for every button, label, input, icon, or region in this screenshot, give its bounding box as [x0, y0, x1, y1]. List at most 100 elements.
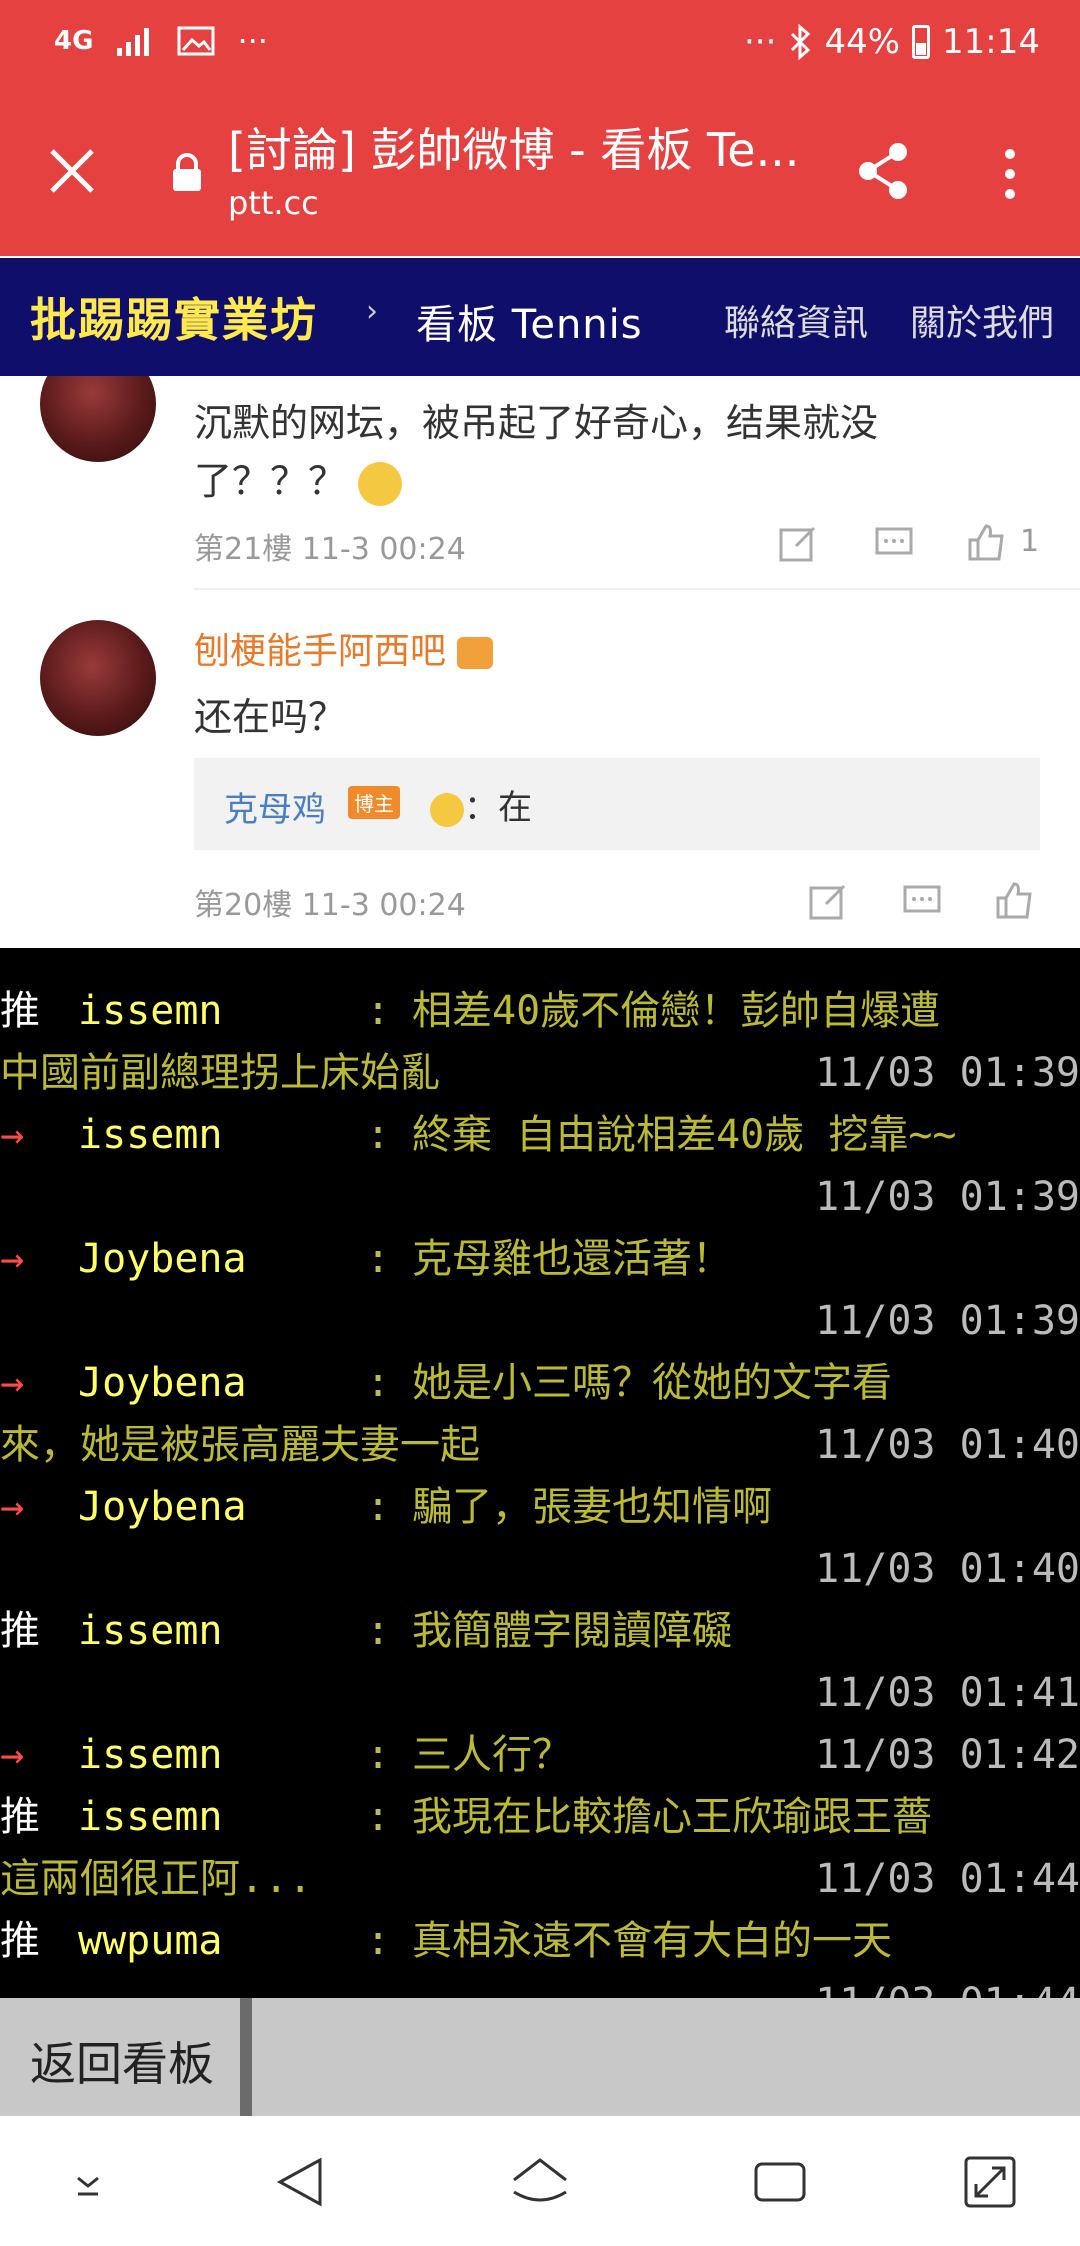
push-user: issemn: [78, 988, 223, 1034]
embedded-weibo-image: 沉默的网坛，被吊起了好奇心，结果就没 了？？？ 第21樓 11-3 00:24 …: [0, 376, 1080, 948]
push-colon: :: [366, 988, 391, 1034]
push-row-cont: 11/03 01:40: [0, 1538, 1080, 1600]
back-to-board-button[interactable]: 返回看板: [0, 1998, 252, 2116]
push-user: Joybena: [78, 1236, 247, 1282]
push-user: wwpuma: [78, 1918, 223, 1964]
commenter-name: 刨梗能手阿西吧: [194, 622, 494, 674]
board-link[interactable]: 看板 Tennis: [416, 292, 643, 350]
comment-text: 沉默的网坛，被吊起了好奇心，结果就没: [194, 401, 879, 445]
push-text: 相差40歲不倫戀！彭帥自爆遭: [412, 988, 941, 1034]
push-user: issemn: [78, 1794, 223, 1840]
push-row-cont: 這兩個很正阿... 11/03 01:44: [0, 1848, 1080, 1910]
hide-keyboard-icon[interactable]: [56, 2152, 120, 2212]
push-colon: :: [366, 1608, 391, 1654]
reply-author: 克母鸡: [224, 790, 326, 830]
page-host[interactable]: ptt.cc: [228, 184, 319, 222]
push-row: 推 issemn : 我現在比較擔心王欣瑜跟王薔: [0, 1786, 1080, 1848]
avatar: [40, 376, 156, 462]
push-colon: :: [366, 1484, 391, 1530]
push-row: 推 wwpuma : 真相永遠不會有大白的一天: [0, 1910, 1080, 1972]
push-comments: 推 issemn : 相差40歲不倫戀！彭帥自爆遭 中國前副總理拐上床始亂 11…: [0, 948, 1080, 1998]
push-text: 我簡體字閱讀障礙: [412, 1608, 732, 1654]
divider: [194, 588, 1080, 590]
push-row: → issemn : 終棄 自由說相差40歲 挖靠~~: [0, 1104, 1080, 1166]
push-text: 終棄 自由說相差40歲 挖靠~~: [412, 1112, 957, 1158]
share-icon[interactable]: [854, 140, 912, 202]
battery-percent: 44%: [824, 22, 901, 62]
battery-icon: [912, 25, 931, 59]
push-time: 11/03 01:44: [815, 1972, 1080, 1998]
contact-link[interactable]: 聯絡資訊: [724, 294, 868, 346]
push-text-cont: 這兩個很正阿...: [0, 1856, 313, 1902]
comment-meta: 第21樓 11-3 00:24: [194, 532, 466, 567]
push-row: → Joybena : 克母雞也還活著！: [0, 1228, 1080, 1290]
page-title[interactable]: [討論] 彭帥微博 - 看板 Te...: [228, 114, 808, 180]
comment-icon: [903, 885, 941, 913]
recent-apps-icon[interactable]: [748, 2152, 812, 2212]
push-time: 11/03 01:42: [815, 1732, 1080, 1778]
comment-text: 了？？？: [194, 450, 403, 506]
about-link[interactable]: 關於我們: [910, 294, 1054, 346]
push-colon: :: [366, 1236, 391, 1282]
push-row: 推 issemn : 相差40歲不倫戀！彭帥自爆遭: [0, 980, 1080, 1042]
push-time: 11/03 01:39: [815, 1050, 1080, 1096]
breadcrumb-separator: ›: [366, 294, 378, 329]
push-text: 我現在比較擔心王欣瑜跟王薔: [412, 1794, 932, 1840]
bluetooth-icon: [791, 24, 811, 60]
emoji-icon: [430, 792, 464, 827]
push-time: 11/03 01:41: [815, 1670, 1080, 1716]
push-colon: :: [366, 1794, 391, 1840]
bottom-action-bar: 返回看板: [0, 1998, 1080, 2116]
back-to-board-label: 返回看板: [30, 2037, 214, 2091]
push-time: 11/03 01:39: [815, 1298, 1080, 1344]
expand-icon[interactable]: [958, 2152, 1022, 2212]
like-count: 1: [1020, 524, 1040, 559]
author-badge: 博主: [348, 786, 400, 819]
push-colon: :: [366, 1112, 391, 1158]
share-icon: [779, 526, 816, 562]
home-icon[interactable]: [508, 2152, 572, 2212]
push-tag: →: [0, 1732, 25, 1778]
more-notifications: ···: [237, 22, 268, 60]
push-text: 三人行？: [412, 1732, 572, 1778]
comment-meta: 第20樓 11-3 00:24: [194, 888, 466, 923]
push-user: Joybena: [78, 1360, 247, 1406]
push-row: → Joybena : 她是小三嗎？從她的文字看: [0, 1352, 1080, 1414]
push-text: 她是小三嗎？從她的文字看: [412, 1360, 892, 1406]
like-icon: [996, 882, 1032, 919]
push-text-cont: 中國前副總理拐上床始亂: [0, 1050, 440, 1096]
push-tag: 推: [0, 988, 40, 1034]
more-options-icon[interactable]: [994, 144, 1026, 204]
push-tag: →: [0, 1484, 25, 1530]
clock: 11:14: [942, 22, 1040, 62]
back-icon[interactable]: [268, 2152, 332, 2212]
push-text: 騙了，張妻也知情啊: [412, 1484, 772, 1530]
push-user: issemn: [78, 1112, 223, 1158]
like-icon: [968, 524, 1004, 561]
push-tag: 推: [0, 1918, 40, 1964]
status-bar: 4G ··· ··· 44% 11:14: [0, 0, 1080, 92]
push-tag: 推: [0, 1794, 40, 1840]
share-icon: [809, 884, 846, 920]
lock-icon: [173, 153, 201, 191]
push-row-cont: 中國前副總理拐上床始亂 11/03 01:39: [0, 1042, 1080, 1104]
system-nav-bar: [0, 2116, 1080, 2246]
push-time: 11/03 01:40: [815, 1422, 1080, 1468]
push-time: 11/03 01:40: [815, 1546, 1080, 1592]
lte-icon: 4G: [54, 26, 94, 56]
comment-text: 还在吗？: [194, 695, 347, 739]
close-icon[interactable]: [46, 145, 98, 197]
push-row: 推 issemn : 我簡體字閱讀障礙: [0, 1600, 1080, 1662]
push-tag: →: [0, 1360, 25, 1406]
push-row-cont: 11/03 01:41: [0, 1662, 1080, 1724]
push-colon: :: [366, 1918, 391, 1964]
reply-box: 克母鸡 博主 ：在: [194, 758, 1040, 850]
push-user: Joybena: [78, 1484, 247, 1530]
site-brand-link[interactable]: 批踢踢實業坊: [30, 284, 318, 350]
push-row: → issemn : 三人行？ 11/03 01:42: [0, 1724, 1080, 1786]
push-tag: 推: [0, 1608, 40, 1654]
avatar: [40, 620, 156, 736]
reply-text: ：在: [412, 780, 532, 829]
comment-icon: [875, 527, 913, 555]
push-colon: :: [366, 1732, 391, 1778]
